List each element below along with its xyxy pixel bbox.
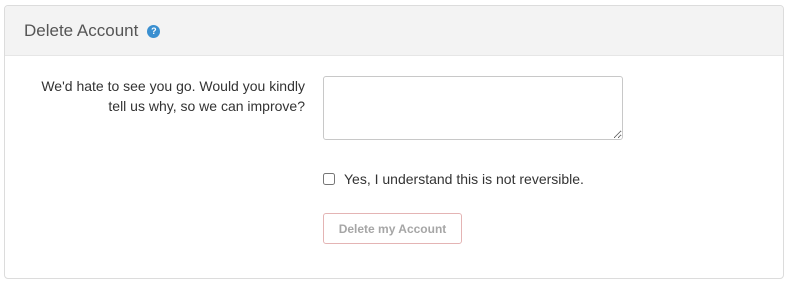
reason-textarea[interactable] bbox=[323, 76, 623, 140]
confirm-row: Yes, I understand this is not reversible… bbox=[323, 171, 584, 187]
confirm-checkbox[interactable] bbox=[323, 173, 335, 185]
panel-header: Delete Account ? bbox=[5, 6, 783, 56]
panel-title: Delete Account bbox=[24, 20, 139, 40]
reason-prompt-label: We'd hate to see you go. Would you kindl… bbox=[41, 78, 305, 114]
confirm-label[interactable]: Yes, I understand this is not reversible… bbox=[344, 171, 584, 187]
delete-account-panel: Delete Account ? We'd hate to see you go… bbox=[4, 5, 784, 279]
delete-account-button[interactable]: Delete my Account bbox=[323, 213, 462, 244]
help-icon[interactable]: ? bbox=[147, 24, 161, 38]
